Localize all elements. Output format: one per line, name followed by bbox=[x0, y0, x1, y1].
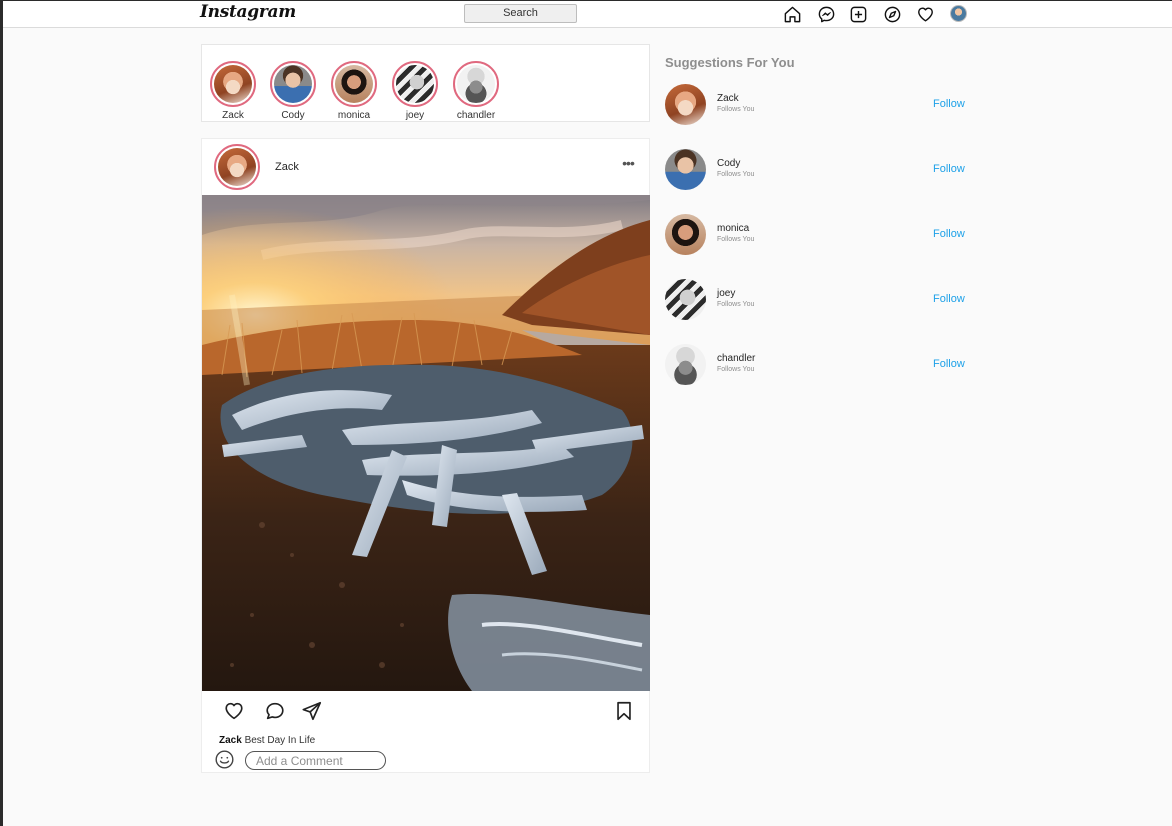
suggestion-subtitle: Follows You bbox=[717, 171, 755, 178]
avatar[interactable] bbox=[665, 84, 706, 125]
avatar[interactable] bbox=[665, 344, 706, 385]
suggestion-username[interactable]: Zack bbox=[717, 93, 739, 104]
story-username: Zack bbox=[222, 110, 244, 121]
follow-button[interactable]: Follow bbox=[933, 228, 965, 240]
follow-button[interactable]: Follow bbox=[933, 163, 965, 175]
story-username: monica bbox=[337, 110, 371, 121]
suggestion-row: Cody Follows You Follow bbox=[665, 149, 970, 191]
messenger-icon[interactable] bbox=[817, 5, 836, 24]
suggestion-subtitle: Follows You bbox=[717, 236, 755, 243]
follow-button[interactable]: Follow bbox=[933, 293, 965, 305]
story-avatar[interactable] bbox=[453, 61, 499, 107]
explore-icon[interactable] bbox=[883, 5, 902, 24]
emoji-smile-icon[interactable] bbox=[214, 749, 235, 770]
suggestion-username[interactable]: joey bbox=[717, 288, 735, 299]
follow-button[interactable]: Follow bbox=[933, 358, 965, 370]
more-options-icon[interactable]: ••• bbox=[619, 156, 637, 174]
suggestion-subtitle: Follows You bbox=[717, 366, 755, 373]
caption-text: Best Day In Life bbox=[241, 735, 316, 746]
caption-username[interactable]: Zack bbox=[219, 735, 242, 746]
story-item[interactable]: Zack bbox=[210, 61, 256, 121]
story-avatar[interactable] bbox=[270, 61, 316, 107]
home-icon[interactable] bbox=[783, 5, 802, 24]
post-caption: Zack Best Day In Life bbox=[219, 735, 315, 746]
suggestions-title: Suggestions For You bbox=[665, 55, 795, 70]
suggestion-row: joey Follows You Follow bbox=[665, 279, 970, 321]
stories-bar: Zack Cody monica joey chandler bbox=[201, 44, 650, 122]
post-actions bbox=[202, 694, 651, 726]
avatar bbox=[218, 148, 256, 186]
suggestion-username[interactable]: monica bbox=[717, 223, 749, 234]
activity-heart-icon[interactable] bbox=[916, 5, 935, 24]
story-item[interactable]: Cody bbox=[270, 61, 316, 121]
avatar[interactable] bbox=[665, 149, 706, 190]
story-avatar[interactable] bbox=[392, 61, 438, 107]
suggestion-row: Zack Follows You Follow bbox=[665, 84, 970, 126]
share-send-icon[interactable] bbox=[301, 700, 323, 722]
story-username: joey bbox=[405, 110, 425, 121]
avatar bbox=[457, 65, 495, 103]
new-post-icon[interactable] bbox=[849, 5, 868, 24]
story-item[interactable]: chandler bbox=[453, 61, 499, 121]
top-navbar: Instagram Search bbox=[3, 1, 1172, 28]
suggestion-username[interactable]: chandler bbox=[717, 353, 755, 364]
suggestion-subtitle: Follows You bbox=[717, 301, 755, 308]
avatar[interactable] bbox=[665, 279, 706, 320]
add-comment-input[interactable] bbox=[245, 751, 386, 770]
story-avatar[interactable] bbox=[331, 61, 377, 107]
post-header: Zack ••• bbox=[202, 139, 651, 195]
avatar bbox=[274, 65, 312, 103]
follow-button[interactable]: Follow bbox=[933, 98, 965, 110]
avatar bbox=[396, 65, 434, 103]
suggestion-username[interactable]: Cody bbox=[717, 158, 740, 169]
avatar bbox=[214, 65, 252, 103]
search-bar[interactable]: Search bbox=[464, 4, 577, 23]
profile-avatar[interactable] bbox=[950, 5, 967, 22]
avatar bbox=[335, 65, 373, 103]
post-image[interactable] bbox=[202, 195, 650, 691]
avatar[interactable] bbox=[665, 214, 706, 255]
window-frame-left bbox=[0, 0, 3, 826]
post-username[interactable]: Zack bbox=[275, 161, 299, 173]
story-username: Cody bbox=[281, 110, 305, 121]
feed-post: Zack ••• Zack Best Day In Life Add a Com… bbox=[201, 138, 650, 773]
instagram-logo[interactable]: Instagram bbox=[200, 2, 296, 22]
post-author-avatar[interactable] bbox=[214, 144, 260, 190]
like-heart-icon[interactable] bbox=[223, 700, 245, 722]
story-item[interactable]: monica bbox=[331, 61, 377, 121]
suggestion-subtitle: Follows You bbox=[717, 106, 755, 113]
comment-icon[interactable] bbox=[264, 700, 286, 722]
suggestion-row: monica Follows You Follow bbox=[665, 214, 970, 256]
story-item[interactable]: joey bbox=[392, 61, 438, 121]
story-username: chandler bbox=[456, 110, 496, 121]
suggestion-row: chandler Follows You Follow bbox=[665, 344, 970, 386]
save-bookmark-icon[interactable] bbox=[613, 700, 635, 722]
story-avatar[interactable] bbox=[210, 61, 256, 107]
